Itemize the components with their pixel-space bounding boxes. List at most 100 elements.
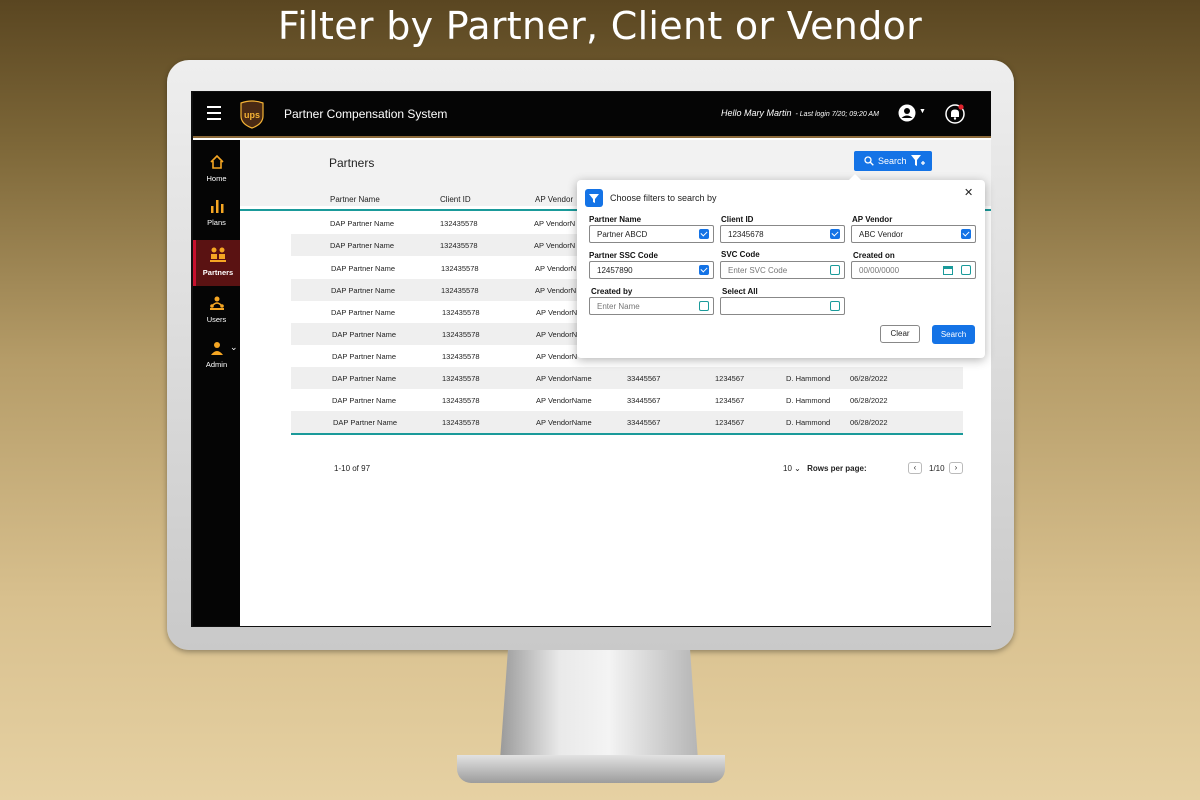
calendar-icon[interactable]: [943, 265, 953, 275]
ap-vendor-value: ABC Vendor: [859, 230, 904, 239]
table-row[interactable]: DAP Partner Name 132435578 AP VendorName…: [291, 411, 963, 433]
cell-client-id: 132435578: [442, 418, 480, 427]
filter-label-partner-ssc-code: Partner SSC Code: [589, 251, 658, 260]
cell-partner-name: DAP Partner Name: [332, 330, 397, 339]
partner-ssc-code-checkbox[interactable]: [699, 265, 709, 275]
cell-created-by: D. Hammond: [786, 396, 831, 405]
ap-vendor-field[interactable]: ABC Vendor: [851, 225, 976, 243]
column-header-ap-vendor[interactable]: AP Vendor: [535, 195, 573, 204]
home-icon: [209, 154, 224, 169]
filter-popup-title: Choose filters to search by: [610, 193, 717, 203]
next-page-button[interactable]: ›: [949, 462, 963, 474]
search-button-label: Search: [878, 156, 907, 166]
select-all-checkbox[interactable]: [830, 301, 840, 311]
search-button[interactable]: Search: [854, 151, 932, 171]
cell-created-on: 06/28/2022: [850, 396, 888, 405]
table-row[interactable]: DAP Partner Name 132435578 AP VendorName…: [291, 389, 963, 411]
cell-partner-name: DAP Partner Name: [331, 264, 396, 273]
headline: Filter by Partner, Client or Vendor: [277, 4, 923, 48]
app-screen: ups Partner Compensation System Hello Ma…: [193, 92, 991, 626]
column-header-client-id[interactable]: Client ID: [440, 195, 471, 204]
client-id-checkbox[interactable]: [830, 229, 840, 239]
cell-created-on: 06/28/2022: [850, 374, 888, 383]
svc-code-field[interactable]: Enter SVC Code: [720, 261, 845, 279]
created-by-field[interactable]: Enter Name: [589, 297, 714, 315]
rows-per-page-select[interactable]: 10 ⌄: [783, 464, 801, 473]
partner-name-field[interactable]: Partner ABCD: [589, 225, 714, 243]
chevron-down-icon[interactable]: ⌄: [230, 342, 238, 353]
admin-icon: [210, 342, 223, 355]
svc-code-checkbox[interactable]: [830, 265, 840, 275]
prev-page-button[interactable]: ‹: [908, 462, 922, 474]
greeting-name: Hello Mary Martin: [721, 108, 792, 118]
sidebar-item-label: Admin: [205, 360, 228, 369]
sidebar-item-plans[interactable]: Plans: [193, 198, 240, 238]
filter-label-svc-code: SVC Code: [721, 250, 760, 259]
cell-ssc-code: 33445567: [627, 374, 661, 383]
filter-label-partner-name: Partner Name: [589, 215, 642, 224]
sidebar-item-label: Plans: [207, 218, 226, 227]
client-id-value: 12345678: [728, 230, 764, 239]
sidebar-item-label: Home: [206, 174, 227, 183]
created-by-placeholder: Enter Name: [597, 302, 640, 311]
clear-button[interactable]: Clear: [880, 325, 920, 343]
cell-client-id: 132435578: [442, 330, 480, 339]
close-icon[interactable]: ✕: [964, 186, 973, 199]
top-bar: ups Partner Compensation System Hello Ma…: [193, 92, 991, 138]
cell-client-id: 132435578: [442, 352, 480, 361]
select-all-field[interactable]: [720, 297, 845, 315]
cell-ap-vendor: AP VendorN: [535, 286, 577, 295]
cell-client-id: 132435578: [442, 374, 480, 383]
app-title: Partner Compensation System: [284, 107, 448, 121]
cell-partner-name: DAP Partner Name: [331, 308, 396, 317]
created-on-checkbox[interactable]: [961, 265, 971, 275]
partners-icon: [210, 247, 226, 262]
filter-icon: [585, 189, 603, 207]
cell-partner-name: DAP Partner Name: [332, 374, 397, 383]
menu-icon[interactable]: [207, 106, 221, 124]
filter-label-client-id: Client ID: [721, 215, 754, 224]
cell-ap-vendor: AP VendorName: [536, 374, 592, 383]
svg-text:ups: ups: [244, 110, 260, 120]
greeting: Hello Mary Martin - Last login 7/20; 09:2…: [721, 108, 879, 118]
notification-bell-icon[interactable]: [945, 104, 965, 124]
user-avatar-icon[interactable]: [898, 104, 916, 122]
created-on-field[interactable]: 00/00/0000: [851, 261, 976, 279]
cell-code: 1234567: [715, 418, 745, 427]
cell-created-by: D. Hammond: [786, 374, 831, 383]
cell-ap-vendor: AP VendorN: [534, 219, 576, 228]
cell-ap-vendor: AP VendorName: [536, 396, 592, 405]
filter-popup: Choose filters to search by ✕ Partner Na…: [577, 174, 985, 358]
cell-partner-name: DAP Partner Name: [333, 418, 398, 427]
partner-ssc-code-field[interactable]: 12457890: [589, 261, 714, 279]
filter-label-ap-vendor: AP Vendor: [852, 215, 893, 224]
cell-ssc-code: 33445567: [627, 418, 661, 427]
cell-ssc-code: 33445567: [627, 396, 661, 405]
cell-ap-vendor: AP VendorN: [536, 330, 578, 339]
ap-vendor-checkbox[interactable]: [961, 229, 971, 239]
sidebar-item-users[interactable]: Users: [193, 295, 240, 335]
cell-partner-name: DAP Partner Name: [332, 396, 397, 405]
table-row[interactable]: DAP Partner Name 132435578 AP VendorName…: [291, 367, 963, 389]
cell-client-id: 132435578: [442, 396, 480, 405]
cell-ap-vendor: AP VendorN: [535, 264, 577, 273]
sidebar-item-home[interactable]: Home: [193, 154, 240, 194]
bar-chart-icon: [210, 200, 223, 213]
rows-per-page-label: Rows per page:: [807, 464, 867, 473]
partner-name-checkbox[interactable]: [699, 229, 709, 239]
client-id-field[interactable]: 12345678: [720, 225, 845, 243]
cell-code: 1234567: [715, 396, 745, 405]
cell-client-id: 132435578: [441, 286, 479, 295]
chevron-down-icon[interactable]: ▼: [919, 108, 926, 115]
filter-search-button[interactable]: Search: [932, 325, 975, 344]
filter-label-select-all: Select All: [722, 287, 758, 296]
sidebar-item-admin[interactable]: Admin ⌄: [193, 340, 240, 380]
created-by-checkbox[interactable]: [699, 301, 709, 311]
sidebar-item-partners[interactable]: Partners: [193, 240, 240, 286]
created-on-placeholder: 00/00/0000: [859, 266, 900, 275]
pagination-range: 1-10 of 97: [334, 464, 371, 473]
cell-code: 1234567: [715, 374, 745, 383]
column-header-partner-name[interactable]: Partner Name: [330, 195, 380, 204]
cell-created-by: D. Hammond: [786, 418, 831, 427]
cell-ap-vendor: AP VendorN: [534, 241, 576, 250]
